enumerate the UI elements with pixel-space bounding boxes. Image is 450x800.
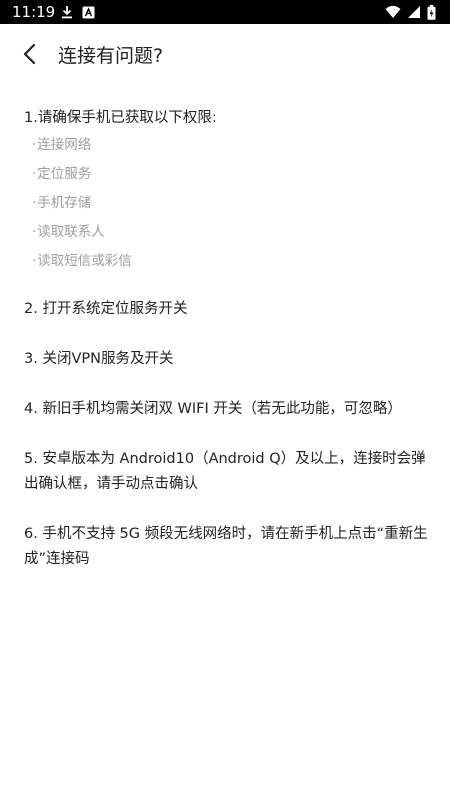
permission-label: 读取联系人 xyxy=(37,224,105,240)
chevron-left-icon xyxy=(22,43,38,69)
permission-label: 连接网络 xyxy=(37,137,92,153)
tip-android-version: 5. 安卓版本为 Android10（Android Q）及以上，连接时会弹出确… xyxy=(24,451,426,492)
screen: 11:19 连接有问题? 1.请确保手机已获取以下权限: · 连接网络 · 定位… xyxy=(0,0,450,800)
tip-vpn: 3. 关闭VPN服务及开关 xyxy=(24,351,174,367)
battery-charging-icon xyxy=(427,4,436,20)
permission-label: 读取短信或彩信 xyxy=(37,253,132,269)
tip-dual-wifi: 4. 新旧手机均需关闭双 WIFI 开关（若无此功能，可忽略） xyxy=(24,401,402,417)
back-button[interactable] xyxy=(12,38,48,74)
list-item: · 定位服务 xyxy=(32,164,428,193)
list-item: · 读取联系人 xyxy=(32,222,428,251)
app-bar: 连接有问题? xyxy=(0,24,450,88)
permission-label: 手机存储 xyxy=(37,195,92,211)
tip-location-service: 2. 打开系统定位服务开关 xyxy=(24,301,188,317)
status-right-icons xyxy=(385,4,436,20)
list-item: · 手机存储 xyxy=(32,193,428,222)
signal-icon xyxy=(407,5,421,19)
bullet: · xyxy=(32,166,37,182)
tip-5g-band: 6. 手机不支持 5G 频段无线网络时，请在新手机上点击“重新生成”连接码 xyxy=(24,526,428,567)
notification-a-icon xyxy=(82,6,95,19)
permissions-heading: 1.请确保手机已获取以下权限: xyxy=(24,110,217,126)
permission-label: 定位服务 xyxy=(37,166,92,182)
status-time: 11:19 xyxy=(12,3,56,21)
permission-list: · 连接网络 · 定位服务 · 手机存储 · 读取联系人 · 读取短信或彩信 xyxy=(32,135,428,280)
bullet: · xyxy=(32,137,37,153)
list-item: · 读取短信或彩信 xyxy=(32,251,428,280)
bullet: · xyxy=(32,253,37,269)
status-bar: 11:19 xyxy=(0,0,450,24)
bullet: · xyxy=(32,195,37,211)
wifi-icon xyxy=(385,5,401,19)
help-content: 1.请确保手机已获取以下权限: · 连接网络 · 定位服务 · 手机存储 · 读取联系人… xyxy=(24,106,428,572)
page-title: 连接有问题? xyxy=(58,45,164,67)
list-item: · 连接网络 xyxy=(32,135,428,164)
bullet: · xyxy=(32,224,37,240)
status-left-icons xyxy=(60,4,95,20)
download-icon xyxy=(60,5,74,19)
